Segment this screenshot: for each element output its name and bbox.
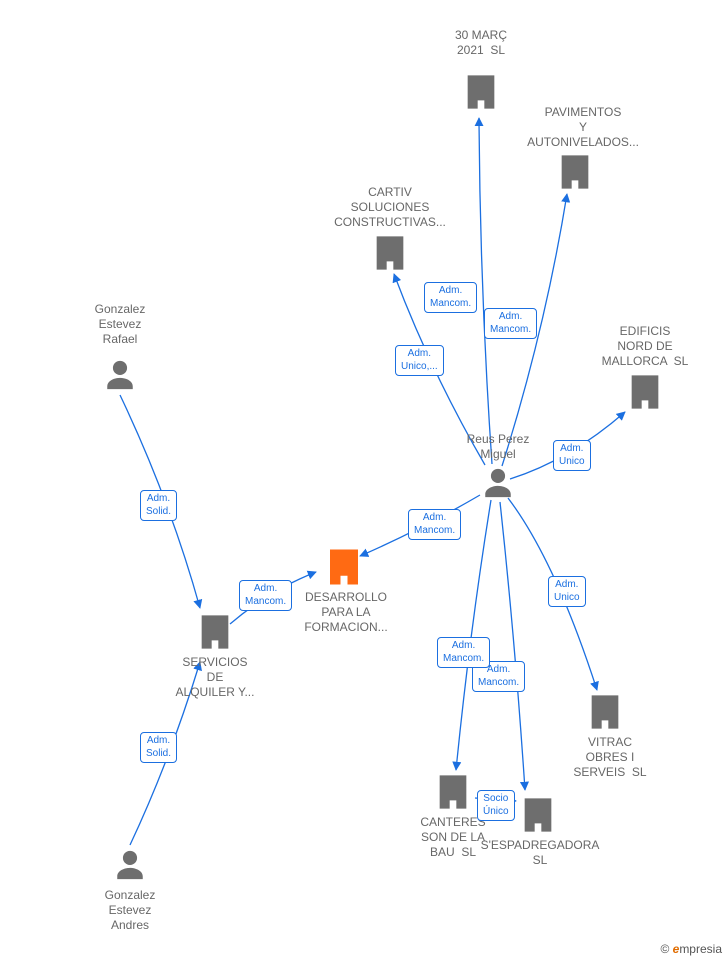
building-icon[interactable] [370,233,410,273]
edge-label-reus-canteres[interactable]: Adm. Mancom. [437,637,490,668]
building-icon[interactable] [518,795,558,835]
person-icon[interactable] [103,358,137,392]
label-pavimentos: PAVIMENTOS Y AUTONIVELADOS... [518,105,648,150]
building-icon[interactable] [585,692,625,732]
building-icon[interactable] [461,72,501,112]
edge-label-canteres-espadregadora[interactable]: Socio Único [477,790,515,821]
person-icon[interactable] [113,848,147,882]
edge-label-reus-edificis[interactable]: Adm. Unico [553,440,591,471]
label-marc30: 30 MARÇ 2021 SL [436,28,526,58]
label-gonzalez-rafael: Gonzalez Estevez Rafael [80,302,160,347]
building-icon-highlighted[interactable] [323,546,365,588]
edge-label-reus-cartiv[interactable]: Adm. Unico,... [395,345,444,376]
building-icon[interactable] [625,372,665,412]
edge-label-reus-pavimentos[interactable]: Adm. Mancom. [484,308,537,339]
person-icon[interactable] [481,466,515,500]
building-icon[interactable] [555,152,595,192]
label-cartiv: CARTIV SOLUCIONES CONSTRUCTIVAS... [320,185,460,230]
edge-reus-espadregadora [500,502,525,790]
label-desarrollo: DESARROLLO PARA LA FORMACION... [286,590,406,635]
edge-label-reus-marc30[interactable]: Adm. Mancom. [424,282,477,313]
label-gonzalez-andres: Gonzalez Estevez Andres [90,888,170,933]
label-reus: Reus Perez Miguel [448,432,548,462]
edge-label-rafael-servicios[interactable]: Adm. Solid. [140,490,177,521]
building-icon[interactable] [195,612,235,652]
copyright-symbol: © [660,942,672,956]
building-icon[interactable] [433,772,473,812]
edge-label-servicios-desarrollo[interactable]: Adm. Mancom. [239,580,292,611]
label-vitrac: VITRAC OBRES I SERVEIS SL [560,735,660,780]
label-edificis: EDIFICIS NORD DE MALLORCA SL [590,324,700,369]
edge-reus-marc30 [479,118,492,464]
edge-label-reus-desarrollo[interactable]: Adm. Mancom. [408,509,461,540]
edge-reus-canteres [456,500,491,770]
brand-rest: mpresia [679,942,722,956]
copyright: © empresia [660,942,722,956]
edge-label-andres-servicios[interactable]: Adm. Solid. [140,732,177,763]
label-canteres: CANTERES SON DE LA BAU SL [408,815,498,860]
label-servicios: SERVICIOS DE ALQUILER Y... [160,655,270,700]
edge-label-reus-vitrac[interactable]: Adm. Unico [548,576,586,607]
